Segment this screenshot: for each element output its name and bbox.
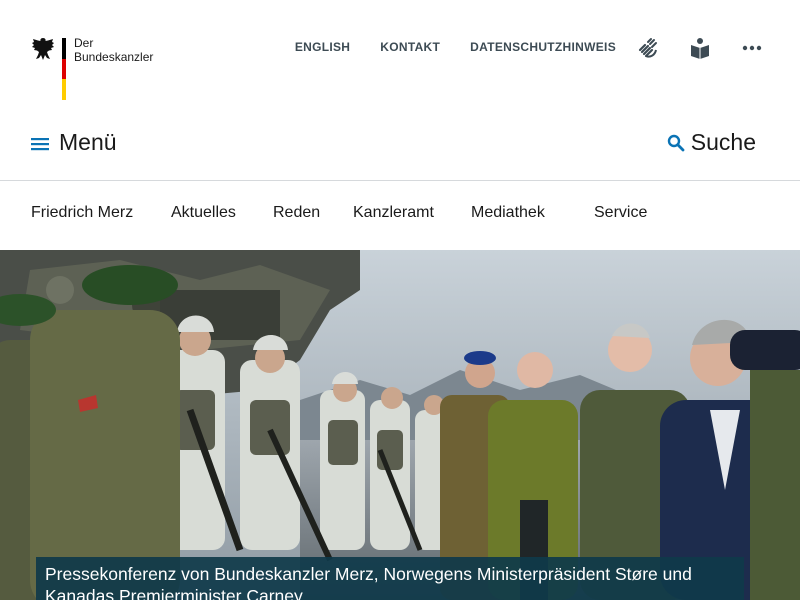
- nav-item-mediathek[interactable]: Mediathek: [471, 204, 545, 222]
- federal-eagle-icon: [32, 38, 54, 60]
- link-kontakt[interactable]: KONTAKT: [380, 40, 440, 54]
- hero-photo: [0, 250, 800, 600]
- logo-text: Der Bundeskanzler: [74, 36, 153, 64]
- logo-line-2: Bundeskanzler: [74, 50, 154, 64]
- hero-caption[interactable]: Pressekonferenz von Bundeskanzler Merz, …: [36, 557, 744, 600]
- hero-caption-text: Pressekonferenz von Bundeskanzler Merz, …: [45, 564, 692, 600]
- bundeskanzler-logo[interactable]: Der Bundeskanzler: [30, 36, 153, 101]
- top-links: ENGLISH KONTAKT DATENSCHUTZHINWEIS: [265, 40, 616, 54]
- link-english[interactable]: ENGLISH: [295, 40, 350, 54]
- search-button[interactable]: Suche: [667, 129, 756, 156]
- link-datenschutzhinweis[interactable]: DATENSCHUTZHINWEIS: [470, 40, 616, 54]
- menu-button[interactable]: Menü: [30, 129, 117, 156]
- logo-line-1: Der: [74, 36, 94, 50]
- main-navigation: Friedrich Merz Aktuelles Reden Kanzleram…: [0, 181, 800, 250]
- top-icons: [636, 36, 764, 60]
- nav-item-aktuelles[interactable]: Aktuelles: [171, 204, 236, 222]
- nav-item-friedrich-merz[interactable]: Friedrich Merz: [31, 204, 133, 222]
- hero-teaser[interactable]: Pressekonferenz von Bundeskanzler Merz, …: [0, 250, 800, 600]
- german-flag-stripe: [62, 38, 66, 101]
- header: Der Bundeskanzler ENGLISH KONTAKT DATENS…: [0, 0, 800, 120]
- nav-item-kanzleramt[interactable]: Kanzleramt: [353, 204, 434, 222]
- hamburger-icon: [31, 137, 49, 150]
- menu-label: Menü: [59, 129, 117, 155]
- search-icon: [667, 134, 685, 151]
- nav-item-service[interactable]: Service: [594, 204, 647, 222]
- more-options-icon[interactable]: [740, 36, 764, 60]
- sign-language-icon[interactable]: [636, 36, 660, 60]
- easy-language-icon[interactable]: [688, 36, 712, 60]
- search-label: Suche: [690, 129, 756, 155]
- nav-item-reden[interactable]: Reden: [273, 204, 320, 222]
